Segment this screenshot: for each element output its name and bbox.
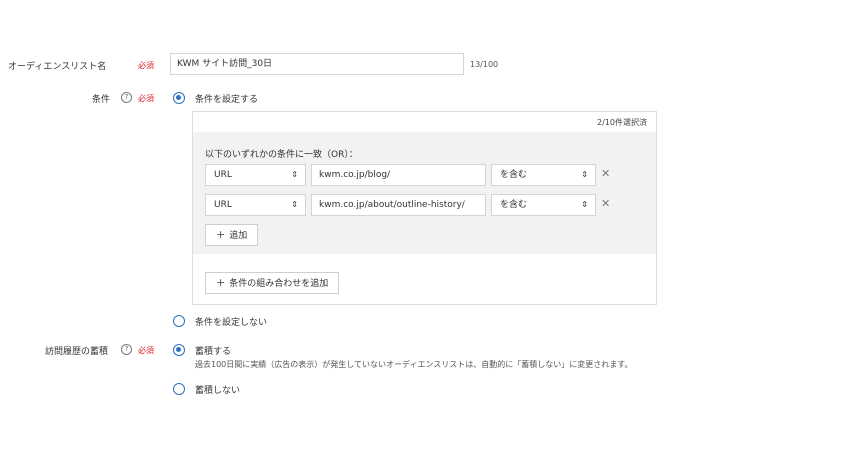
help-icon[interactable]: ?	[121, 92, 132, 103]
char-counter: 13/100	[470, 60, 499, 69]
store-history-note: 過去100日間に実績（広告の表示）が発生していないオーディエンスリストは、自動的…	[195, 360, 633, 369]
radio-no-store-history[interactable]	[173, 383, 185, 395]
condition-match-select[interactable]: を含む ⇕	[491, 194, 596, 216]
radio-set-conditions-label: 条件を設定する	[195, 95, 259, 105]
condition-value-input[interactable]: kwm.co.jp/about/outline-history/	[311, 194, 486, 216]
select-arrows-icon: ⇕	[291, 200, 298, 209]
conditions-panel: 2/10件選択済 以下のいずれかの条件に一致（OR）： URL ⇕ kwm.co…	[192, 111, 657, 305]
condition-group: 以下のいずれかの条件に一致（OR）： URL ⇕ kwm.co.jp/blog/…	[193, 132, 656, 254]
radio-store-history[interactable]	[173, 344, 185, 356]
help-icon[interactable]: ?	[121, 344, 132, 355]
required-badge: 必須	[138, 346, 154, 355]
add-condition-label: 追加	[229, 231, 248, 241]
selected-count: 2/10件選択済	[597, 118, 647, 127]
condition-match-value: を含む	[500, 170, 528, 180]
radio-store-history-label: 蓄積する	[195, 347, 232, 357]
radio-no-conditions-label: 条件を設定しない	[195, 318, 268, 328]
radio-no-conditions[interactable]	[173, 315, 185, 327]
condition-match-value: を含む	[500, 200, 528, 210]
condition-match-select[interactable]: を含む ⇕	[491, 164, 596, 186]
required-badge: 必須	[138, 61, 154, 70]
plus-icon: +	[216, 276, 226, 289]
required-badge: 必須	[138, 94, 154, 103]
add-condition-button[interactable]: + 追加	[205, 224, 259, 246]
radio-set-conditions[interactable]	[173, 92, 185, 104]
group-title: 以下のいずれかの条件に一致（OR）：	[205, 150, 358, 160]
radio-no-store-history-label: 蓄積しない	[195, 386, 241, 396]
remove-condition-icon[interactable]: ✕	[601, 168, 610, 180]
condition-type-select[interactable]: URL ⇕	[205, 164, 306, 186]
condition-value-input[interactable]: kwm.co.jp/blog/	[311, 164, 486, 186]
add-condition-group-button[interactable]: + 条件の組み合わせを追加	[205, 272, 340, 294]
remove-condition-icon[interactable]: ✕	[601, 198, 610, 210]
condition-type-value: URL	[214, 200, 232, 210]
condition-type-select[interactable]: URL ⇕	[205, 194, 306, 216]
add-condition-group-label: 条件の組み合わせを追加	[229, 279, 329, 289]
condition-type-value: URL	[214, 170, 232, 180]
select-arrows-icon: ⇕	[581, 170, 588, 179]
plus-icon: +	[216, 228, 226, 241]
audience-name-input[interactable]: KWM サイト訪問_30日	[170, 53, 464, 75]
audience-name-label: オーディエンスリスト名	[8, 62, 107, 72]
select-arrows-icon: ⇕	[291, 170, 298, 179]
conditions-label: 条件	[92, 95, 111, 105]
select-arrows-icon: ⇕	[581, 200, 588, 209]
history-label: 訪問履歴の蓄積	[45, 347, 109, 357]
